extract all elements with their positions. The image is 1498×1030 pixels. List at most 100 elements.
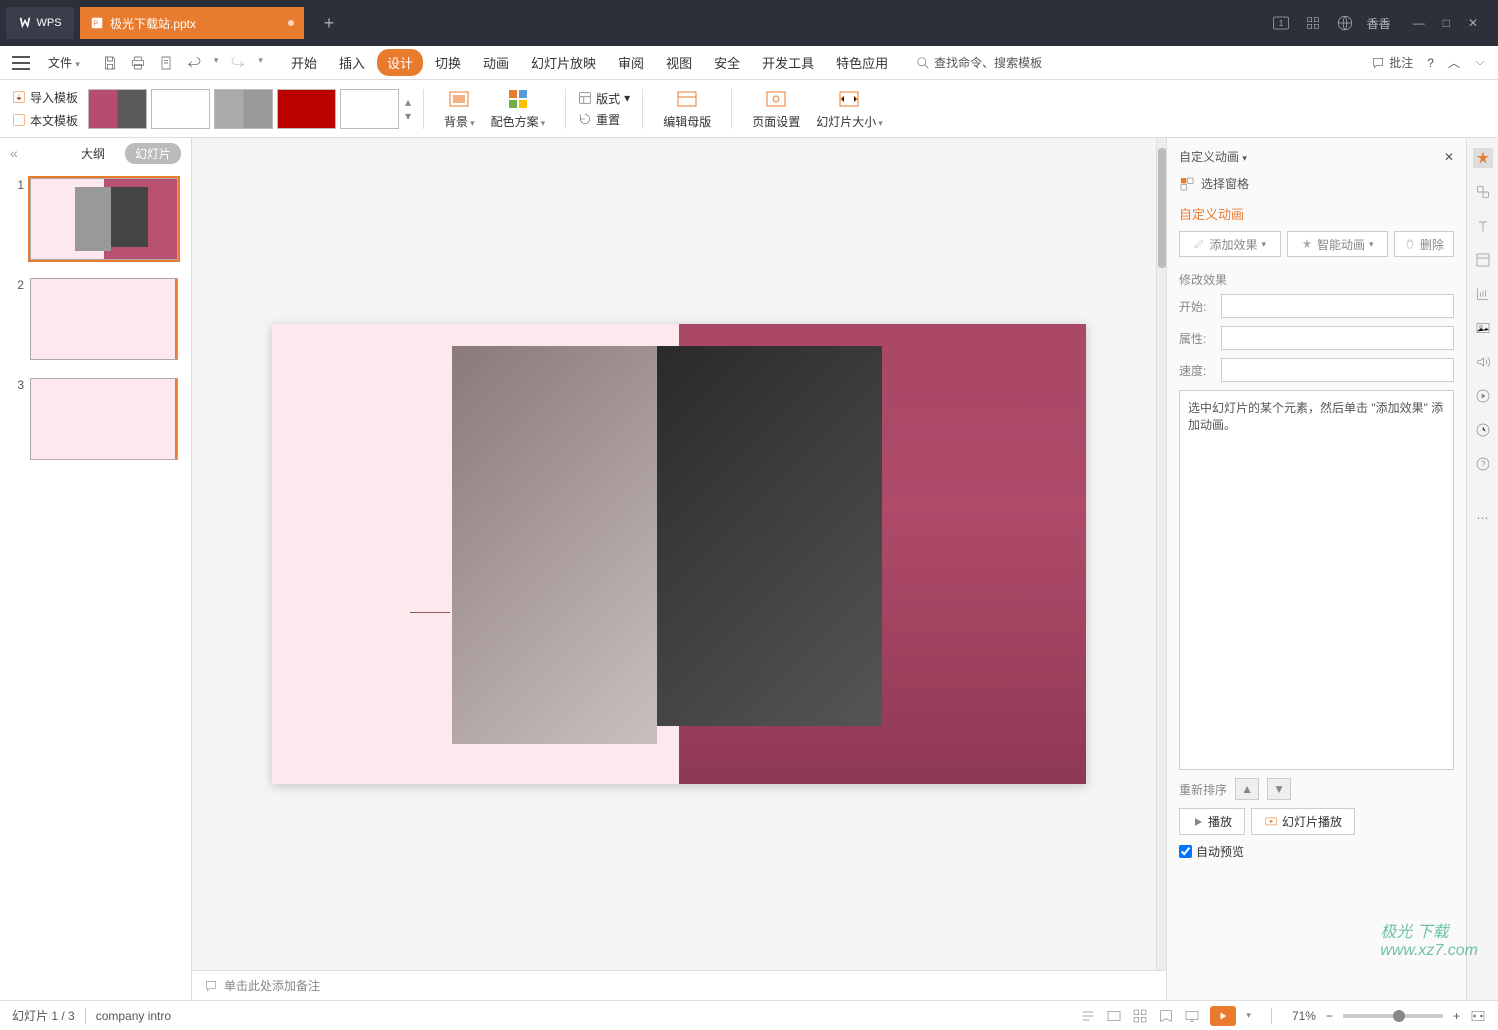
tool-more-icon[interactable]: ⋯ (1473, 508, 1493, 528)
fit-button[interactable] (1470, 1008, 1486, 1024)
tool-chart-icon[interactable] (1473, 284, 1493, 304)
reading-view-button[interactable] (1158, 1008, 1174, 1024)
animation-hint: 选中幻灯片的某个元素，然后单击 "添加效果" 添加动画。 (1179, 390, 1454, 770)
globe-icon[interactable] (1335, 13, 1355, 33)
tool-history-icon[interactable] (1473, 420, 1493, 440)
local-template-button[interactable]: 本文模板 (12, 112, 78, 129)
qat-customize[interactable]: ▾ (258, 55, 263, 71)
normal-view-button[interactable] (1106, 1008, 1122, 1024)
close-button[interactable]: ✕ (1468, 16, 1478, 30)
smart-animation-button[interactable]: 智能动画▾ (1287, 231, 1389, 257)
auto-preview-checkbox[interactable] (1179, 845, 1192, 858)
property-select[interactable] (1221, 326, 1454, 350)
slideshow-button[interactable] (1210, 1006, 1236, 1026)
add-effect-button[interactable]: 添加效果▾ (1179, 231, 1281, 257)
gallery-down[interactable]: ▾ (405, 109, 411, 123)
print-preview-icon[interactable] (158, 55, 174, 71)
edit-master-button[interactable]: 编辑母版 (655, 87, 719, 130)
file-menu[interactable]: 文件 ▾ (40, 52, 88, 73)
menu-devtools[interactable]: 开发工具 (752, 49, 824, 76)
presenter-preview-button[interactable] (1184, 1008, 1200, 1024)
tool-audio-icon[interactable] (1473, 352, 1493, 372)
template-thumb-4[interactable] (277, 89, 336, 129)
photo-2[interactable] (657, 346, 882, 726)
tool-shape-icon[interactable] (1473, 182, 1493, 202)
undo-dropdown[interactable]: ▾ (214, 55, 219, 71)
tool-media-icon[interactable] (1473, 386, 1493, 406)
undo-icon[interactable] (186, 55, 202, 71)
photo-1[interactable] (452, 346, 657, 744)
zoom-in-button[interactable]: + (1453, 1009, 1460, 1023)
slideshow-dropdown[interactable]: ▾ (1246, 1010, 1251, 1021)
tool-help-icon[interactable]: ? (1473, 454, 1493, 474)
selection-pane-button[interactable]: 选择窗格 (1179, 175, 1454, 192)
start-select[interactable] (1221, 294, 1454, 318)
menu-start[interactable]: 开始 (281, 49, 327, 76)
speed-select[interactable] (1221, 358, 1454, 382)
canvas-scrollbar[interactable] (1156, 138, 1166, 970)
user-name[interactable]: 香香 (1367, 15, 1391, 32)
help-button[interactable]: ? (1427, 56, 1434, 70)
slide-thumb-2[interactable]: 2 (12, 278, 179, 360)
slide-thumb-1[interactable]: 1 (12, 178, 179, 260)
slide-size-button[interactable]: 幻灯片大小▾ (808, 87, 891, 130)
menu-security[interactable]: 安全 (704, 49, 750, 76)
tool-image-icon[interactable] (1473, 318, 1493, 338)
outline-tab[interactable]: 大纲 (71, 143, 115, 164)
template-thumb-1[interactable] (88, 89, 147, 129)
zoom-level[interactable]: 71% (1292, 1009, 1316, 1023)
menu-animation[interactable]: 动画 (473, 49, 519, 76)
ribbon-options-button[interactable] (1474, 57, 1486, 69)
sorter-view-button[interactable] (1132, 1008, 1148, 1024)
new-tab-button[interactable]: + (314, 8, 344, 38)
template-thumb-5[interactable] (340, 89, 399, 129)
wps-home-button[interactable]: WPS (6, 7, 74, 39)
menu-design[interactable]: 设计 (377, 49, 423, 76)
print-icon[interactable] (130, 55, 146, 71)
document-tab[interactable]: P 极光下载站.pptx (80, 7, 304, 39)
menu-review[interactable]: 审阅 (608, 49, 654, 76)
gallery-up[interactable]: ▴ (405, 95, 411, 109)
zoom-slider[interactable] (1343, 1014, 1443, 1018)
reset-button[interactable]: 重置 (578, 111, 630, 128)
background-button[interactable]: 背景▾ (436, 87, 483, 130)
minimize-button[interactable]: — (1413, 16, 1425, 30)
tool-animation-icon[interactable] (1473, 148, 1493, 168)
command-search[interactable]: 查找命令、搜索模板 (916, 54, 1042, 71)
notes-pane[interactable]: 单击此处添加备注 (192, 970, 1166, 1000)
template-thumb-2[interactable] (151, 89, 210, 129)
menu-view[interactable]: 视图 (656, 49, 702, 76)
menu-special[interactable]: 特色应用 (826, 49, 898, 76)
notes-view-button[interactable] (1080, 1008, 1096, 1024)
menu-insert[interactable]: 插入 (329, 49, 375, 76)
hamburger-icon[interactable] (12, 56, 30, 70)
grid-icon[interactable] (1303, 13, 1323, 33)
save-icon[interactable] (102, 55, 118, 71)
collapse-panel-button[interactable]: « (10, 145, 18, 161)
slides-tab[interactable]: 幻灯片 (125, 143, 181, 164)
move-down-button[interactable]: ▼ (1267, 778, 1291, 800)
menu-slideshow[interactable]: 幻灯片放映 (521, 49, 606, 76)
badge-1-icon[interactable]: 1 (1271, 13, 1291, 33)
page-setup-button[interactable]: 页面设置 (744, 87, 808, 130)
import-template-button[interactable]: 导入模板 (12, 89, 78, 106)
slideshow-play-button[interactable]: 幻灯片播放 (1251, 808, 1355, 835)
delete-effect-button[interactable]: 删除 (1394, 231, 1454, 257)
maximize-button[interactable]: □ (1443, 16, 1450, 30)
layout-button[interactable]: 版式▾ (578, 90, 630, 107)
menu-transition[interactable]: 切换 (425, 49, 471, 76)
pane-close-button[interactable]: ✕ (1444, 150, 1454, 164)
color-scheme-button[interactable]: 配色方案▾ (483, 87, 554, 130)
slide-canvas[interactable] (192, 138, 1166, 970)
play-button[interactable]: 播放 (1179, 808, 1245, 835)
annotate-button[interactable]: 批注 (1371, 54, 1413, 71)
collapse-ribbon-button[interactable]: ︿ (1448, 54, 1460, 71)
zoom-out-button[interactable]: − (1326, 1009, 1333, 1023)
tool-text-icon[interactable] (1473, 216, 1493, 236)
titlebar: WPS P 极光下载站.pptx + 1 香香 — □ ✕ (0, 0, 1498, 46)
slide-thumb-3[interactable]: 3 (12, 378, 179, 460)
redo-icon[interactable] (230, 55, 246, 71)
move-up-button[interactable]: ▲ (1235, 778, 1259, 800)
template-thumb-3[interactable] (214, 89, 273, 129)
tool-layout-icon[interactable] (1473, 250, 1493, 270)
